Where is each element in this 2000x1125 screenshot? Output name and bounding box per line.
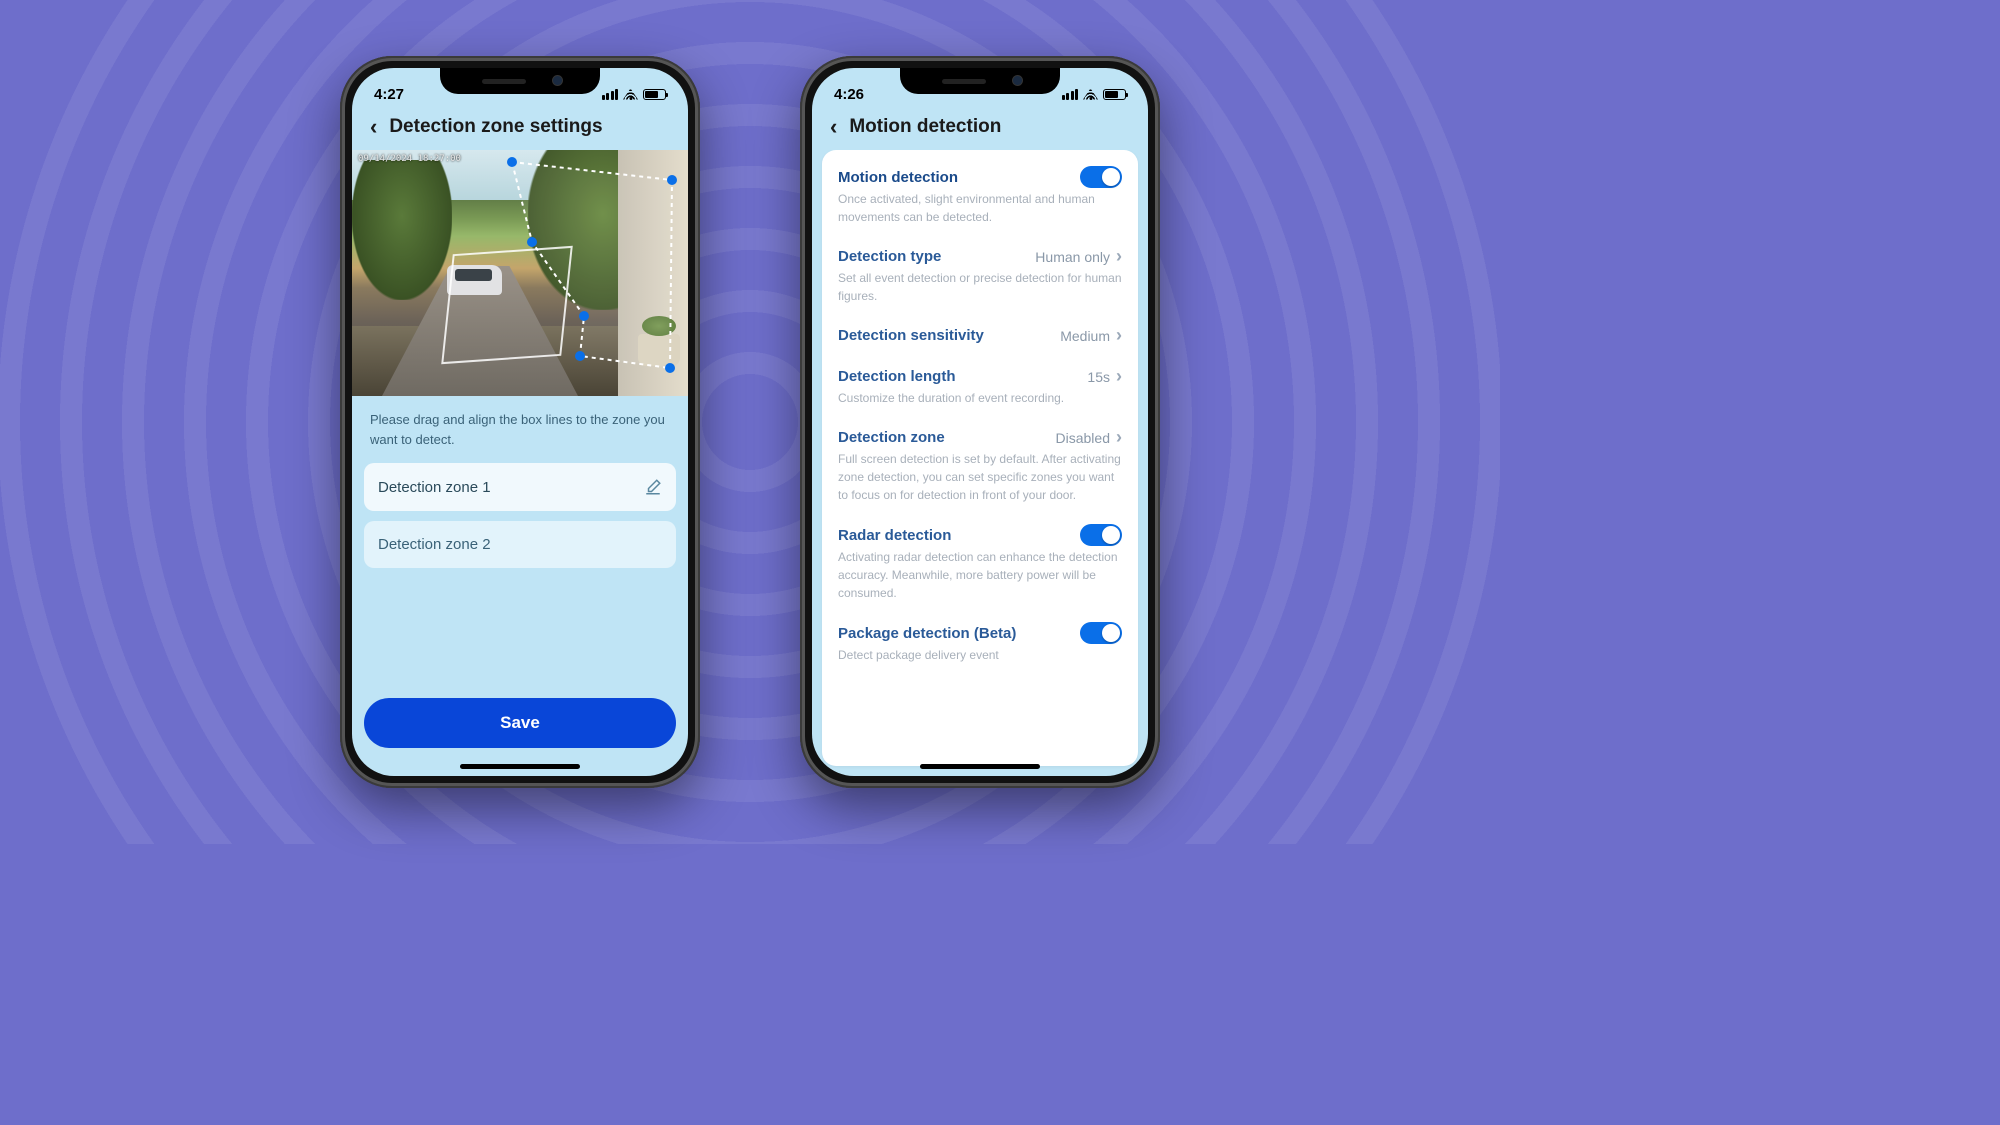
nav-header: ‹ Motion detection: [812, 108, 1148, 150]
wifi-icon: [623, 89, 638, 100]
detection-type-label: Detection type: [838, 248, 941, 265]
phone-left: 4:27 ‹ Detection zone settings 09/14/202…: [340, 56, 700, 788]
package-label: Package detection (Beta): [838, 625, 1016, 642]
signal-icon: [602, 89, 619, 100]
screen-right: 4:26 ‹ Motion detection Motion detection…: [812, 68, 1148, 776]
notch: [440, 68, 600, 94]
zone-row-1[interactable]: Detection zone 1: [364, 463, 676, 511]
screen-left: 4:27 ‹ Detection zone settings 09/14/202…: [352, 68, 688, 776]
notch: [900, 68, 1060, 94]
zone-label: Detection zone 1: [378, 479, 491, 496]
zone-polygon-primary[interactable]: [502, 156, 680, 374]
battery-icon: [643, 89, 666, 100]
radar-desc: Activating radar detection can enhance t…: [838, 548, 1122, 616]
chevron-right-icon: ›: [1116, 427, 1122, 448]
save-button[interactable]: Save: [364, 698, 676, 748]
motion-detection-block: Motion detection Once activated, slight …: [838, 164, 1122, 244]
sensitivity-value: Medium: [1060, 328, 1110, 344]
chevron-right-icon: ›: [1116, 325, 1122, 346]
back-icon[interactable]: ‹: [826, 114, 841, 140]
motion-label: Motion detection: [838, 169, 958, 186]
detection-type-value: Human only: [1035, 249, 1110, 265]
zone-value: Disabled: [1056, 430, 1110, 446]
zone-label: Detection zone: [838, 429, 945, 446]
chevron-right-icon: ›: [1116, 246, 1122, 267]
detection-type-desc: Set all event detection or precise detec…: [838, 269, 1122, 319]
zone-desc: Full screen detection is set by default.…: [838, 450, 1122, 518]
status-icons: [602, 89, 667, 100]
camera-timestamp: 09/14/2024 18:27:00: [358, 154, 461, 164]
sensitivity-label: Detection sensitivity: [838, 327, 984, 344]
settings-card: Motion detection Once activated, slight …: [822, 150, 1138, 766]
length-value: 15s: [1087, 369, 1110, 385]
page-title: Detection zone settings: [389, 116, 602, 138]
back-icon[interactable]: ‹: [366, 114, 381, 140]
home-indicator[interactable]: [460, 764, 580, 769]
zone-row[interactable]: Detection zone Disabled › Full screen det…: [838, 425, 1122, 522]
chevron-right-icon: ›: [1116, 366, 1122, 387]
hint-text: Please drag and align the box lines to t…: [364, 410, 676, 463]
motion-toggle[interactable]: [1080, 166, 1122, 188]
length-desc: Customize the duration of event recordin…: [838, 389, 1122, 421]
edit-icon[interactable]: [644, 478, 662, 496]
status-time: 4:26: [834, 86, 864, 103]
zone-label: Detection zone 2: [378, 536, 491, 553]
detection-type-row[interactable]: Detection type Human only › Set all event…: [838, 244, 1122, 323]
wifi-icon: [1083, 89, 1098, 100]
package-toggle[interactable]: [1080, 622, 1122, 644]
nav-header: ‹ Detection zone settings: [352, 108, 688, 150]
background-rings: [0, 0, 1500, 844]
signal-icon: [1062, 89, 1079, 100]
motion-desc: Once activated, slight environmental and…: [838, 190, 1122, 240]
status-time: 4:27: [374, 86, 404, 103]
content-area: Motion detection Once activated, slight …: [812, 150, 1148, 776]
length-label: Detection length: [838, 368, 956, 385]
home-indicator[interactable]: [920, 764, 1040, 769]
package-desc: Detect package delivery event: [838, 646, 1122, 678]
sensitivity-row[interactable]: Detection sensitivity Medium ›: [838, 323, 1122, 364]
package-row: Package detection (Beta) Detect package …: [838, 620, 1122, 682]
status-icons: [1062, 89, 1127, 100]
zone-row-2[interactable]: Detection zone 2: [364, 521, 676, 568]
battery-icon: [1103, 89, 1126, 100]
page-title: Motion detection: [849, 116, 1001, 138]
length-row[interactable]: Detection length 15s › Customize the dura…: [838, 364, 1122, 425]
content-area: Please drag and align the box lines to t…: [352, 396, 688, 776]
phone-right: 4:26 ‹ Motion detection Motion detection…: [800, 56, 1160, 788]
radar-toggle[interactable]: [1080, 524, 1122, 546]
radar-label: Radar detection: [838, 527, 951, 544]
camera-preview[interactable]: 09/14/2024 18:27:00: [352, 150, 688, 396]
radar-row: Radar detection Activating radar detecti…: [838, 522, 1122, 620]
